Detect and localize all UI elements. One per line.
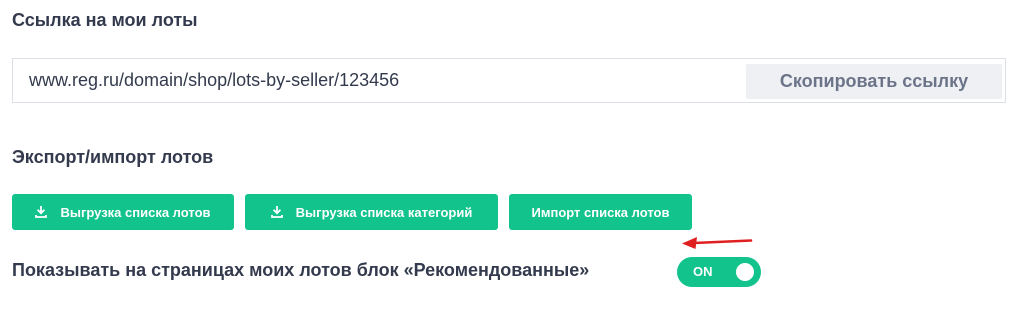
download-icon <box>35 206 48 218</box>
export-lots-label: Выгрузка списка лотов <box>60 204 211 220</box>
export-lots-button[interactable]: Выгрузка списка лотов <box>12 194 234 230</box>
import-lots-label: Импорт списка лотов <box>531 204 670 220</box>
red-arrow-annotation <box>682 237 753 249</box>
toggle-knob <box>736 263 754 281</box>
recommended-block-label: Показывать на страницах моих лотов блок … <box>12 260 590 280</box>
lots-link-title: Ссылка на мои лоты <box>12 10 198 30</box>
recommended-block-toggle[interactable]: ON <box>677 257 761 287</box>
lots-link-field-container: Скопировать ссылку <box>12 58 1006 103</box>
download-icon <box>270 206 283 218</box>
export-import-title: Экспорт/импорт лотов <box>12 147 214 167</box>
copy-link-button[interactable]: Скопировать ссылку <box>746 64 1002 99</box>
import-lots-button[interactable]: Импорт списка лотов <box>509 194 692 230</box>
export-categories-label: Выгрузка списка категорий <box>295 204 473 220</box>
export-categories-button[interactable]: Выгрузка списка категорий <box>245 194 498 230</box>
lots-link-input[interactable] <box>29 59 729 102</box>
toggle-state-label: ON <box>693 264 713 279</box>
